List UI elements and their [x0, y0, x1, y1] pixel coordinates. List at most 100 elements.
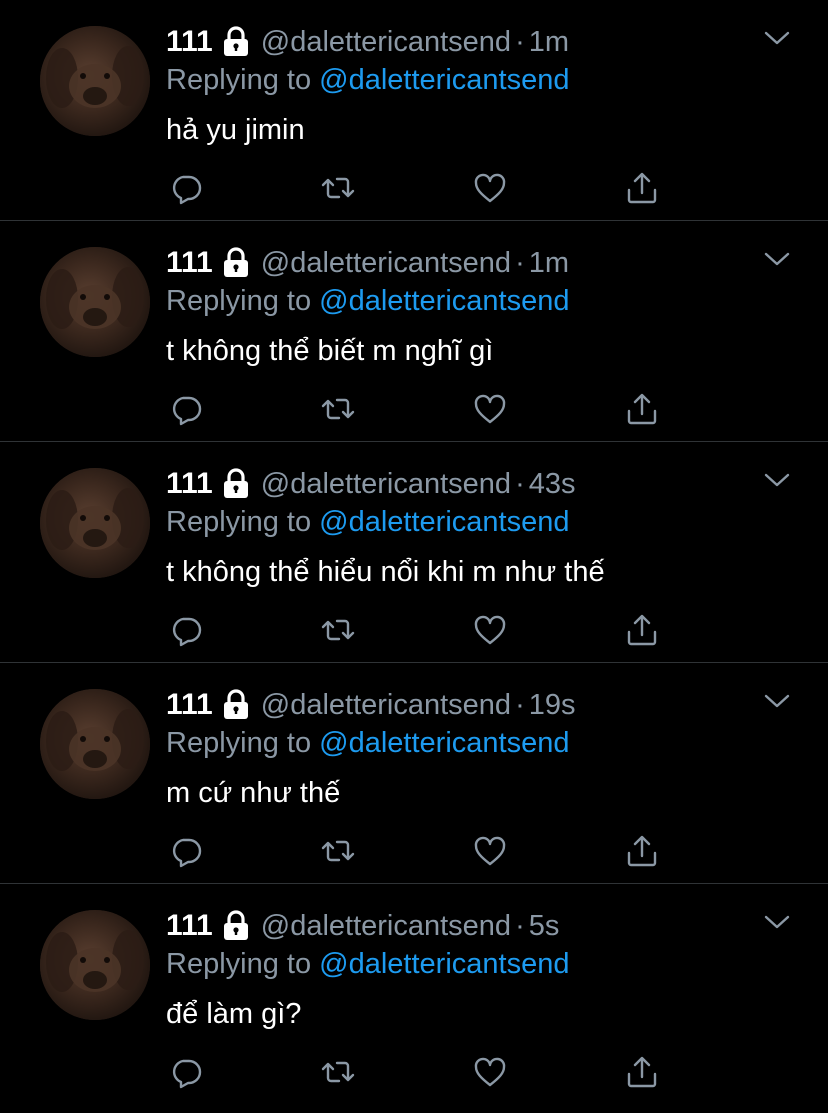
replying-to: Replying to @dalettericantsend	[166, 948, 569, 981]
tweet-header: 111 @dalettericantsend · 19s	[166, 685, 576, 725]
chevron-down-icon[interactable]	[764, 249, 790, 269]
retweet-button[interactable]	[320, 612, 356, 648]
separator-dot: ·	[515, 25, 525, 58]
reply-icon	[172, 838, 202, 868]
tweet-text: t không thể biết m nghĩ gì	[166, 335, 494, 367]
timestamp[interactable]: 1m	[529, 247, 569, 280]
tweet-text: hả yu jimin	[166, 114, 305, 146]
share-button[interactable]	[624, 170, 660, 206]
tweet[interactable]: 111 @dalettericantsend · 1m Replying to …	[0, 0, 828, 221]
reply-icon	[172, 1059, 202, 1089]
display-name[interactable]: 111	[166, 688, 213, 722]
tweet[interactable]: 111 @dalettericantsend · 1m Replying to …	[0, 221, 828, 442]
share-button[interactable]	[624, 1054, 660, 1090]
retweet-button[interactable]	[320, 391, 356, 427]
replying-to-label: Replying to	[166, 506, 312, 538]
replying-to-label: Replying to	[166, 64, 312, 96]
chevron-down-icon[interactable]	[764, 28, 790, 48]
avatar[interactable]	[40, 689, 150, 799]
chevron-down-icon[interactable]	[764, 470, 790, 490]
replying-to: Replying to @dalettericantsend	[166, 64, 569, 97]
user-handle[interactable]: @dalettericantsend	[261, 689, 511, 722]
lock-icon	[221, 26, 251, 58]
share-icon	[627, 393, 657, 425]
tweet[interactable]: 111 @dalettericantsend · 43s Replying to…	[0, 442, 828, 663]
separator-dot: ·	[515, 688, 525, 721]
share-button[interactable]	[624, 833, 660, 869]
display-name[interactable]: 111	[166, 909, 213, 943]
tweet-feed: 111 @dalettericantsend · 1m Replying to …	[0, 0, 828, 1113]
like-button[interactable]	[472, 612, 508, 648]
lock-icon	[221, 910, 251, 942]
reply-button[interactable]	[168, 833, 204, 869]
replying-to-handle[interactable]: @dalettericantsend	[319, 506, 569, 538]
retweet-button[interactable]	[320, 170, 356, 206]
share-button[interactable]	[624, 391, 660, 427]
reply-icon	[172, 396, 202, 426]
reply-icon	[172, 175, 202, 205]
avatar[interactable]	[40, 247, 150, 357]
separator-dot: ·	[515, 909, 525, 942]
avatar[interactable]	[40, 26, 150, 136]
like-button[interactable]	[472, 1054, 508, 1090]
chevron-down-icon[interactable]	[764, 691, 790, 711]
retweet-icon	[321, 619, 355, 641]
replying-to-handle[interactable]: @dalettericantsend	[319, 285, 569, 317]
lock-icon	[221, 689, 251, 721]
heart-icon	[474, 173, 506, 203]
avatar[interactable]	[40, 910, 150, 1020]
tweet-header: 111 @dalettericantsend · 5s	[166, 906, 559, 946]
replying-to: Replying to @dalettericantsend	[166, 285, 569, 318]
chevron-down-icon[interactable]	[764, 912, 790, 932]
separator-dot: ·	[515, 467, 525, 500]
like-button[interactable]	[472, 833, 508, 869]
display-name[interactable]: 111	[166, 25, 213, 59]
avatar[interactable]	[40, 468, 150, 578]
reply-button[interactable]	[168, 170, 204, 206]
user-handle[interactable]: @dalettericantsend	[261, 910, 511, 943]
user-handle[interactable]: @dalettericantsend	[261, 26, 511, 59]
tweet-header: 111 @dalettericantsend · 1m	[166, 22, 569, 62]
replying-to-label: Replying to	[166, 285, 312, 317]
tweet-text: m cứ như thế	[166, 777, 341, 809]
display-name[interactable]: 111	[166, 467, 213, 501]
like-button[interactable]	[472, 391, 508, 427]
tweet-actions	[166, 833, 666, 869]
user-handle[interactable]: @dalettericantsend	[261, 247, 511, 280]
heart-icon	[474, 394, 506, 424]
retweet-icon	[321, 840, 355, 862]
timestamp[interactable]: 19s	[529, 689, 576, 722]
tweet-header: 111 @dalettericantsend · 1m	[166, 243, 569, 283]
reply-button[interactable]	[168, 1054, 204, 1090]
tweet[interactable]: 111 @dalettericantsend · 19s Replying to…	[0, 663, 828, 884]
replying-to: Replying to @dalettericantsend	[166, 727, 569, 760]
display-name[interactable]: 111	[166, 246, 213, 280]
separator-dot: ·	[515, 246, 525, 279]
share-icon	[627, 614, 657, 646]
replying-to-handle[interactable]: @dalettericantsend	[319, 64, 569, 96]
share-icon	[627, 835, 657, 867]
tweet-actions	[166, 612, 666, 648]
timestamp[interactable]: 1m	[529, 26, 569, 59]
like-button[interactable]	[472, 170, 508, 206]
replying-to-label: Replying to	[166, 948, 312, 980]
user-handle[interactable]: @dalettericantsend	[261, 468, 511, 501]
reply-button[interactable]	[168, 391, 204, 427]
heart-icon	[474, 615, 506, 645]
tweet[interactable]: 111 @dalettericantsend · 5s Replying to …	[0, 884, 828, 1105]
tweet-actions	[166, 170, 666, 206]
tweet-actions	[166, 1054, 666, 1090]
replying-to-handle[interactable]: @dalettericantsend	[319, 948, 569, 980]
timestamp[interactable]: 5s	[529, 910, 560, 943]
retweet-icon	[321, 398, 355, 420]
retweet-icon	[321, 177, 355, 199]
replying-to-handle[interactable]: @dalettericantsend	[319, 727, 569, 759]
reply-icon	[172, 617, 202, 647]
heart-icon	[474, 1057, 506, 1087]
share-button[interactable]	[624, 612, 660, 648]
retweet-button[interactable]	[320, 1054, 356, 1090]
reply-button[interactable]	[168, 612, 204, 648]
retweet-button[interactable]	[320, 833, 356, 869]
timestamp[interactable]: 43s	[529, 468, 576, 501]
tweet-actions	[166, 391, 666, 427]
